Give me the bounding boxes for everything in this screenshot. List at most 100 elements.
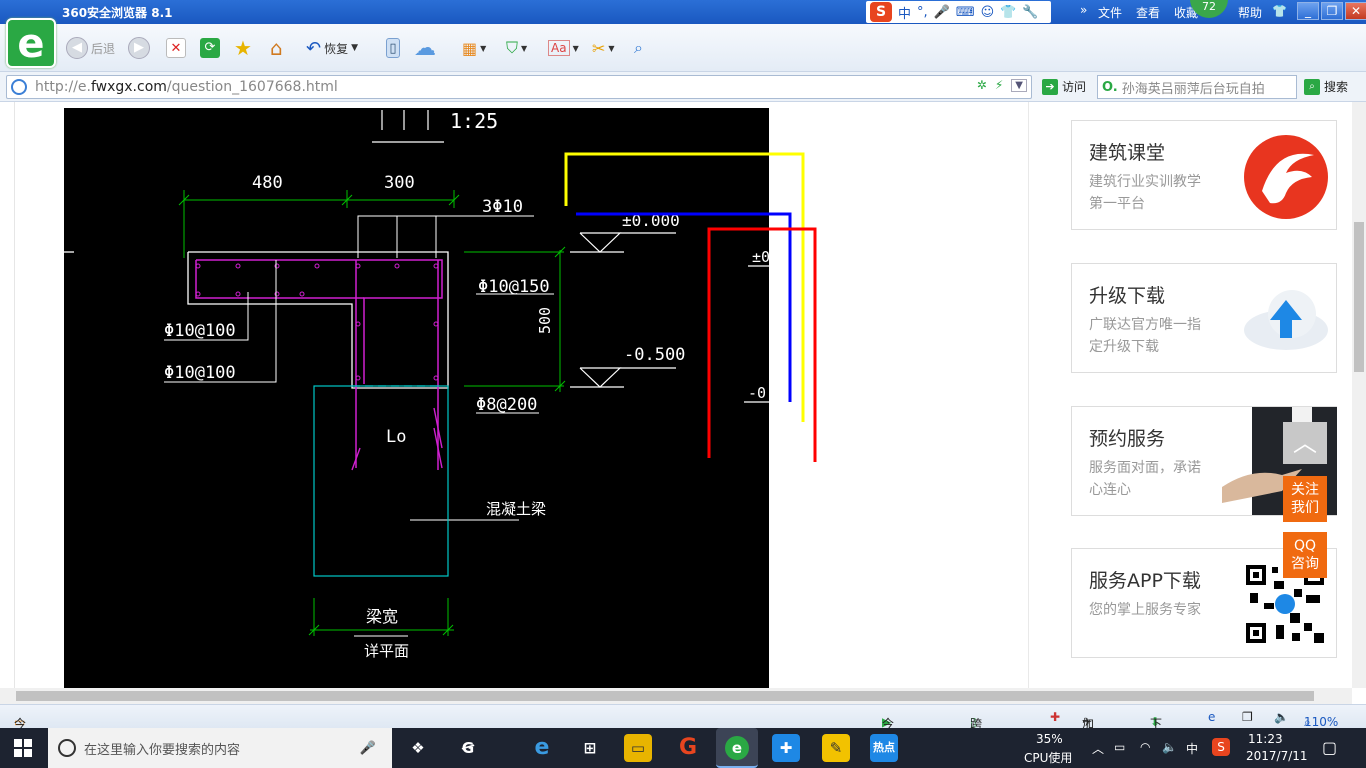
dropdown-caret-icon: ▼: [521, 43, 528, 53]
card-title: 升级下载: [1089, 285, 1166, 307]
card-building-classroom[interactable]: 建筑课堂 建筑行业实训教学第一平台: [1071, 120, 1337, 230]
microphone-icon[interactable]: 🎤: [360, 741, 376, 756]
menu-help[interactable]: 帮助: [1238, 4, 1262, 21]
volume-icon[interactable]: 🔈: [1274, 710, 1289, 724]
hotspot-icon[interactable]: 热点: [870, 734, 898, 762]
user-icon[interactable]: ☺: [981, 5, 995, 20]
ime-indicator[interactable]: 中: [1186, 740, 1198, 757]
cpu-label: CPU使用: [1024, 751, 1073, 765]
clock-time[interactable]: 11:23: [1248, 732, 1283, 746]
lightning-icon[interactable]: ⚡: [995, 78, 1003, 92]
dropdown-caret-icon: ▼: [608, 43, 615, 53]
chevron-right-icon[interactable]: »: [1080, 3, 1087, 17]
clock-date[interactable]: 2017/7/11: [1246, 749, 1308, 763]
task-view-icon[interactable]: ❖: [404, 734, 432, 762]
card-desc: 建筑行业实训教学第一平台: [1089, 174, 1201, 212]
notification-icon[interactable]: ▢: [1322, 738, 1337, 757]
url-field[interactable]: http://e.fwxgx.com/question_1607668.html…: [6, 75, 1032, 99]
mic-icon[interactable]: 🎤: [934, 5, 950, 20]
search-label: 搜索: [1324, 80, 1349, 94]
phone-icon[interactable]: ▯: [386, 36, 400, 60]
windows-start-icon[interactable]: [14, 739, 32, 757]
undo-icon: ↶: [306, 37, 322, 59]
browser-360-icon[interactable]: e: [716, 728, 758, 768]
horizontal-scroll-thumb[interactable]: [16, 691, 1314, 701]
screenshot-button[interactable]: ✂ ▼: [592, 36, 615, 60]
security-button[interactable]: ⛉ ▼: [506, 36, 527, 60]
status-bar: ▭今日优选 ▶今日直播 ▯跨屏浏览 ✚ ✈加速器 ⬇下载 e ❐ 🔈 ⌕110%: [0, 704, 1366, 765]
search-button[interactable]: ⌕ 搜索: [1304, 78, 1348, 95]
ime-mode[interactable]: 中: [898, 3, 911, 22]
notes-icon[interactable]: ✎: [822, 734, 850, 762]
restore-label: 恢复: [324, 41, 349, 56]
menu-bar: 文件 查看 收藏: [1098, 4, 1198, 21]
horizontal-scrollbar[interactable]: [0, 688, 1352, 704]
skin-icon[interactable]: 👕: [1272, 4, 1287, 18]
ime-punct[interactable]: °,: [917, 5, 928, 20]
menu-file[interactable]: 文件: [1098, 4, 1122, 21]
close-button[interactable]: ✕: [1345, 2, 1366, 20]
zoom-search-icon[interactable]: ⌕: [634, 36, 643, 60]
title-bar: 360安全浏览器 8.1 S 中 °, 🎤 ⌨ ☺ 👕 🔧 » 文件 查看 收藏…: [0, 0, 1366, 24]
speaker-icon[interactable]: 🔈: [1162, 740, 1177, 754]
back-arrow-icon: ◀: [66, 37, 88, 59]
loading-icon[interactable]: ✲: [977, 78, 987, 92]
wifi-icon[interactable]: ◠: [1140, 740, 1150, 754]
taskbar-search-input[interactable]: 在这里输入你要搜索的内容 🎤: [48, 728, 392, 768]
yellow-annotation: [564, 152, 805, 422]
back-to-top-button[interactable]: ︿: [1283, 422, 1327, 464]
follow-us-button[interactable]: 关注我们: [1283, 476, 1327, 522]
card-upgrade-download[interactable]: 升级下载 广联达官方唯一指定升级下载: [1071, 263, 1337, 373]
browser-window: 360安全浏览器 8.1 S 中 °, 🎤 ⌨ ☺ 👕 🔧 » 文件 查看 收藏…: [0, 0, 1366, 768]
forward-arrow-icon: ▶: [128, 37, 150, 59]
minimize-button[interactable]: _: [1297, 2, 1319, 20]
sogou-icon[interactable]: S: [870, 2, 892, 22]
home-icon[interactable]: ⌂: [270, 36, 283, 60]
ime-toolbar[interactable]: S 中 °, 🎤 ⌨ ☺ 👕 🔧: [866, 1, 1051, 23]
refresh-button[interactable]: ⟳: [200, 36, 220, 60]
search-value: 孙海英吕丽萍后台玩自拍: [1121, 81, 1265, 97]
glodon-logo-icon: [1244, 135, 1328, 219]
card-title: 服务APP下载: [1089, 570, 1201, 592]
search-input[interactable]: O. 孙海英吕丽萍后台玩自拍: [1097, 75, 1297, 99]
glodon-icon[interactable]: G: [674, 734, 702, 762]
keyboard-icon[interactable]: ⌨: [956, 5, 975, 20]
sogou-tray-icon[interactable]: S: [1212, 738, 1230, 756]
vertical-scrollbar[interactable]: [1352, 102, 1366, 688]
card-desc: 服务面对面，承诺心连心: [1089, 460, 1201, 498]
cloud-upload-icon: [1244, 290, 1328, 350]
search-engine-icon[interactable]: O.: [1102, 80, 1118, 95]
restore-button[interactable]: ↶ 恢复 ▼: [306, 36, 358, 60]
translate-button[interactable]: Aa ▼: [548, 36, 579, 60]
file-explorer-icon[interactable]: ▭: [624, 734, 652, 762]
stop-button[interactable]: ✕: [166, 36, 186, 60]
medical-icon[interactable]: ✚: [1050, 710, 1060, 724]
browser-logo[interactable]: e: [6, 18, 56, 68]
favorite-star-icon[interactable]: ★: [234, 36, 252, 60]
visit-button[interactable]: ➔ 访问: [1042, 78, 1086, 95]
url-dropdown-icon[interactable]: ▼: [1011, 78, 1027, 92]
qq-consult-button[interactable]: QQ咨询: [1283, 532, 1327, 578]
cloud-icon[interactable]: ☁: [414, 36, 436, 61]
vertical-scroll-thumb[interactable]: [1354, 222, 1364, 372]
ie-icon[interactable]: e: [1208, 710, 1215, 724]
stop-icon: ✕: [166, 38, 186, 58]
url-text[interactable]: http://e.fwxgx.com/question_1607668.html: [35, 79, 338, 95]
window-icon[interactable]: ❐: [1242, 710, 1253, 724]
apps-button[interactable]: ▦ ▼: [462, 36, 486, 60]
back-button[interactable]: ◀ 后退: [66, 36, 115, 60]
plus-app-icon[interactable]: ✚: [772, 734, 800, 762]
tray-expand-icon[interactable]: ︿: [1092, 740, 1104, 757]
forward-button[interactable]: ▶: [128, 36, 150, 60]
windows-taskbar: 在这里输入你要搜索的内容 🎤 ❖ Ꞡ e ⊞ ▭ G e ✚ ✎ 热点 35% …: [0, 728, 1366, 768]
glodon-app-icon[interactable]: Ꞡ: [454, 734, 482, 762]
shirt-icon[interactable]: 👕: [1000, 5, 1016, 20]
card-desc: 您的掌上服务专家: [1089, 602, 1201, 618]
menu-view[interactable]: 查看: [1136, 4, 1160, 21]
maximize-button[interactable]: ❐: [1321, 2, 1343, 20]
edge-icon[interactable]: e: [528, 734, 556, 762]
store-icon[interactable]: ⊞: [576, 734, 604, 762]
dropdown-caret-icon: ▼: [351, 43, 359, 53]
battery-icon[interactable]: ▭: [1114, 740, 1125, 754]
wrench-icon[interactable]: 🔧: [1022, 5, 1038, 20]
